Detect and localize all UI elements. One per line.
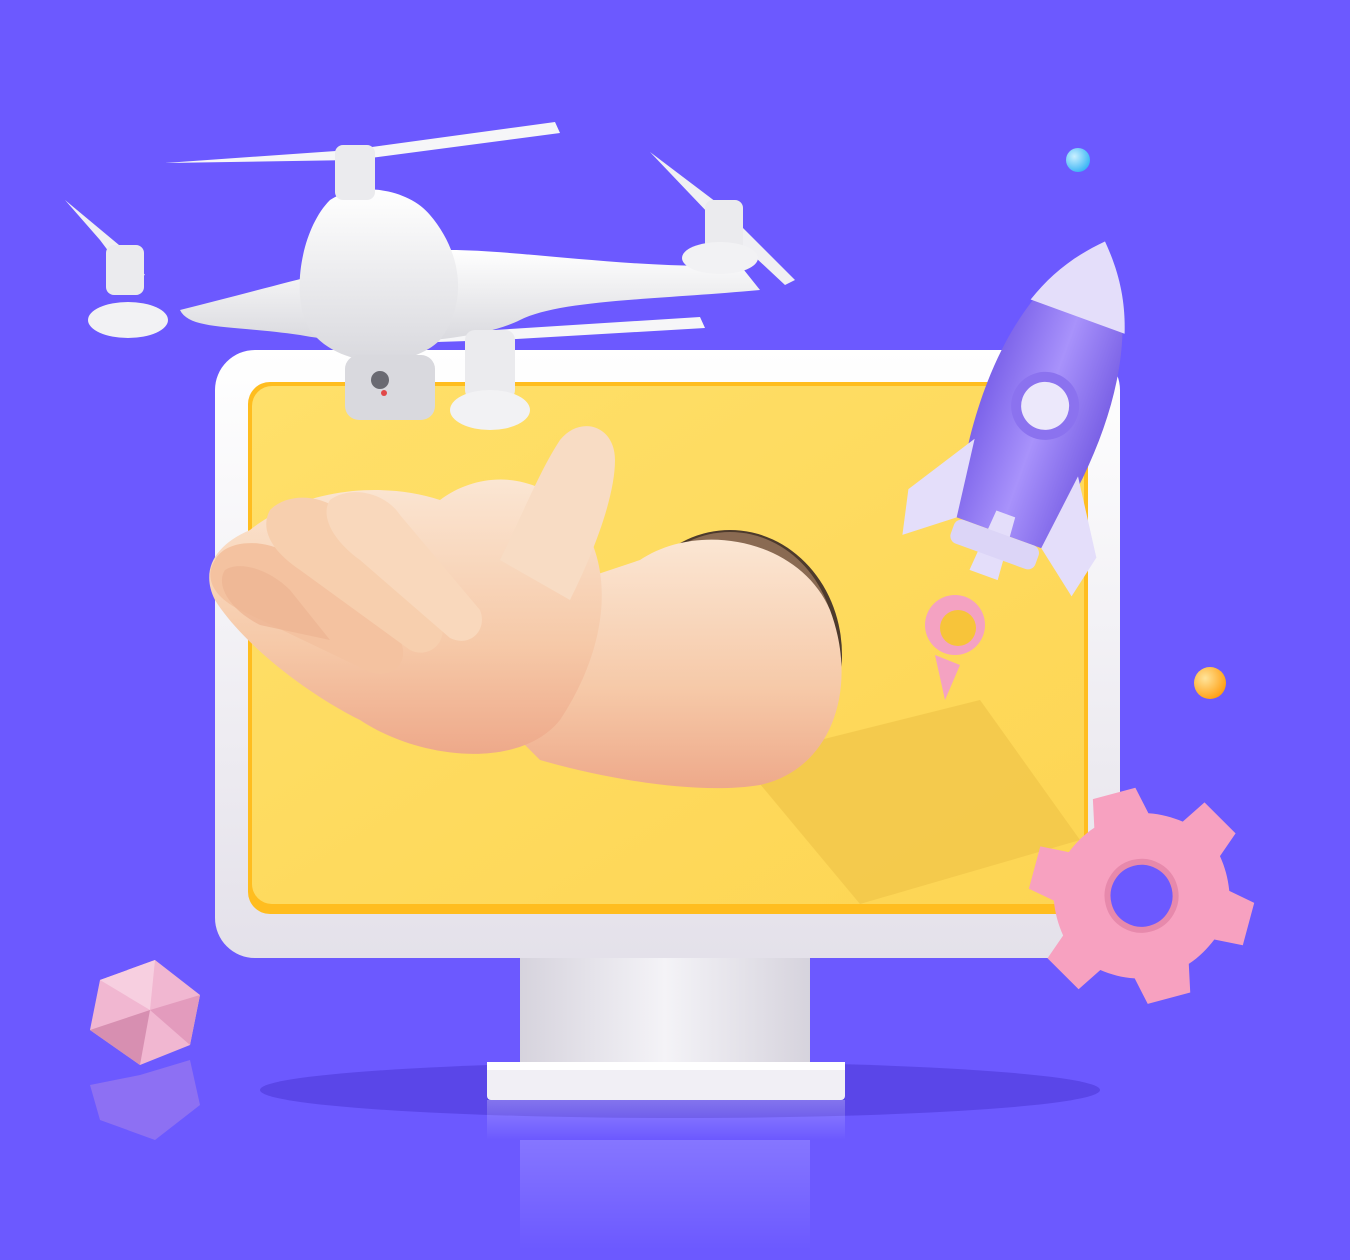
orb-icon (1194, 667, 1226, 699)
monitor-stand (487, 955, 845, 1250)
scene-svg (0, 0, 1350, 1260)
illustration-stage (0, 0, 1350, 1260)
orb-icon (1066, 148, 1090, 172)
